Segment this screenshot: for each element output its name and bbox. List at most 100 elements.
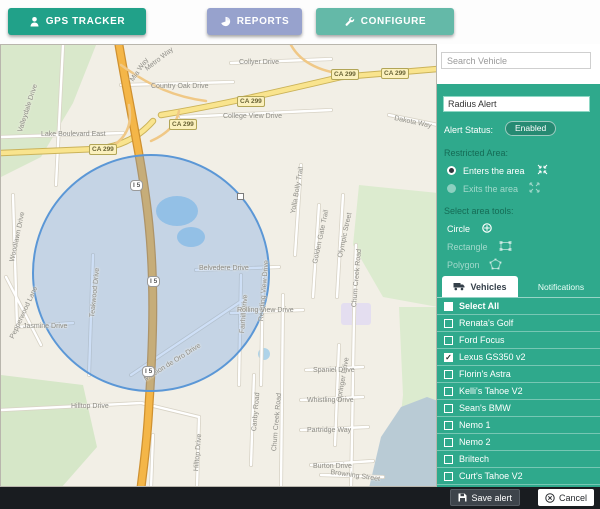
i5-highway-shield: I 5	[142, 366, 155, 377]
configure-button[interactable]: CONFIGURE	[316, 8, 454, 35]
select-all-checkbox[interactable]	[444, 302, 453, 311]
vehicle-checkbox[interactable]	[444, 472, 453, 481]
vehicle-row[interactable]: Curt's Tahoe V2	[437, 468, 600, 485]
vehicle-checkbox[interactable]	[444, 370, 453, 379]
vehicle-name: Briltech	[459, 454, 489, 464]
vehicle-checkbox[interactable]	[444, 421, 453, 430]
enters-area-radio[interactable]	[447, 166, 456, 175]
vehicle-checkbox[interactable]: ✓	[444, 353, 453, 362]
bottom-bar: Save alert Cancel	[0, 487, 600, 509]
vehicle-row[interactable]: Ford Focus	[437, 332, 600, 349]
street-label: Belvedere Drive	[199, 265, 249, 272]
vehicle-checkbox[interactable]	[444, 404, 453, 413]
map-canvas[interactable]: Valleydale DriveMia WayMetro WayCountry …	[0, 44, 437, 487]
alert-status-label: Alert Status:	[444, 125, 493, 135]
i5-highway-shield: I 5	[147, 276, 160, 287]
vehicle-name: Lexus GS350 v2	[459, 352, 526, 362]
vehicle-row[interactable]: ✓ Lexus GS350 v2	[437, 349, 600, 366]
pie-chart-icon	[220, 16, 231, 27]
ca299-highway-shield: CA 299	[331, 69, 359, 80]
tab-vehicles[interactable]: Vehicles	[442, 276, 518, 297]
vehicle-rows: Renata's Golf Ford Focus ✓ Lexus GS350 v2 Fl…	[437, 315, 600, 487]
street-label: Partridge Way	[307, 427, 351, 434]
alert-name-input[interactable]	[443, 96, 590, 112]
street-label: College View Drive	[223, 113, 282, 120]
save-alert-label: Save alert	[471, 493, 512, 503]
gps-tracker-app: GPS TRACKER REPORTS CONFIGURE	[0, 0, 600, 509]
street-label: Rolling View Drive	[237, 307, 294, 314]
vehicle-row[interactable]: Sean's BMW	[437, 400, 600, 417]
truck-icon	[453, 282, 465, 291]
radius-resize-handle[interactable]	[237, 193, 244, 200]
vehicle-name: Florin's Astra	[459, 369, 511, 379]
vehicle-row[interactable]: Nemo 1	[437, 417, 600, 434]
vehicle-name: Nemo 1	[459, 420, 491, 430]
compress-area-icon	[537, 164, 548, 175]
ca299-highway-shield: CA 299	[169, 119, 197, 130]
reports-button[interactable]: REPORTS	[207, 8, 302, 35]
wrench-icon	[344, 16, 355, 27]
circle-x-icon	[545, 493, 555, 503]
vehicle-checkbox[interactable]	[444, 438, 453, 447]
exits-area-radio[interactable]	[447, 184, 456, 193]
i5-highway-shield: I 5	[130, 180, 143, 191]
alert-panel: Alert Status: Enabled Restricted Area: E…	[437, 84, 600, 487]
vehicle-checkbox[interactable]	[444, 387, 453, 396]
circle-tool-icon[interactable]	[481, 222, 493, 234]
vehicle-name: Ford Focus	[459, 335, 505, 345]
sidebar-tabs: Vehicles Notifications	[437, 276, 600, 297]
vehicle-row[interactable]: Renata's Golf	[437, 315, 600, 332]
street-label: Whistling Drive	[307, 397, 354, 404]
gps-tracker-label: GPS TRACKER	[46, 16, 125, 27]
ca299-highway-shield: CA 299	[381, 68, 409, 79]
street-label: Collyer Drive	[239, 59, 279, 66]
tool-rectangle-label[interactable]: Rectangle	[447, 242, 488, 252]
tab-notifications[interactable]: Notifications	[525, 276, 597, 297]
vehicle-row[interactable]: Florin's Astra	[437, 366, 600, 383]
cancel-label: Cancel	[559, 493, 587, 503]
select-tools-label: Select area tools:	[444, 206, 514, 216]
vehicle-checkbox[interactable]	[444, 319, 453, 328]
enters-area-label[interactable]: Enters the area	[463, 166, 525, 176]
save-alert-button[interactable]: Save alert	[450, 489, 520, 506]
tab-vehicles-label: Vehicles	[470, 282, 506, 292]
tool-polygon-label[interactable]: Polygon	[447, 260, 480, 270]
ca299-highway-shield: CA 299	[237, 96, 265, 107]
vehicle-row[interactable]: Briltech	[437, 451, 600, 468]
select-all-row[interactable]: Select All	[437, 298, 600, 315]
select-all-label: Select All	[459, 301, 499, 311]
vehicle-name: Curt's Tahoe V2	[459, 471, 523, 481]
street-label: Lake Boulevard East	[41, 131, 106, 138]
tab-notifications-label: Notifications	[538, 282, 584, 292]
reports-label: REPORTS	[237, 16, 290, 27]
vehicle-checkbox[interactable]	[444, 455, 453, 464]
street-label: Jasmine Drive	[23, 323, 67, 330]
tool-circle-label[interactable]: Circle	[447, 224, 470, 234]
floppy-disk-icon	[458, 493, 467, 502]
alert-status-toggle[interactable]: Enabled	[505, 121, 556, 136]
person-marker-icon	[29, 16, 40, 27]
vehicle-row[interactable]: Nemo 2	[437, 434, 600, 451]
vehicle-name: Kelli's Tahoe V2	[459, 386, 523, 396]
street-label: Spaniel Drive	[313, 367, 355, 374]
restricted-area-label: Restricted Area:	[444, 148, 508, 158]
gps-tracker-button[interactable]: GPS TRACKER	[8, 8, 146, 35]
cancel-button[interactable]: Cancel	[538, 489, 594, 506]
ca299-highway-shield: CA 299	[89, 144, 117, 155]
vehicle-checkbox[interactable]	[444, 336, 453, 345]
vehicle-row[interactable]: Kelli's Tahoe V2	[437, 383, 600, 400]
vehicle-name: Sean's BMW	[459, 403, 511, 413]
rectangle-tool-icon[interactable]	[499, 240, 512, 252]
polygon-tool-icon[interactable]	[489, 258, 502, 270]
vehicle-name: Nemo 2	[459, 437, 491, 447]
street-label: Hilltop Drive	[71, 403, 109, 410]
vehicle-list: Select All Renata's Golf Ford Focus ✓ Lexus…	[437, 297, 600, 487]
top-toolbar: GPS TRACKER REPORTS CONFIGURE	[0, 0, 600, 44]
alert-sidebar: Alert Status: Enabled Restricted Area: E…	[437, 44, 600, 487]
street-label: Country Oak Drive	[151, 83, 209, 90]
search-vehicle-input[interactable]	[441, 52, 591, 69]
configure-label: CONFIGURE	[361, 16, 426, 27]
expand-area-icon	[529, 182, 540, 193]
exits-area-label[interactable]: Exits the area	[463, 184, 518, 194]
vehicle-name: Renata's Golf	[459, 318, 513, 328]
